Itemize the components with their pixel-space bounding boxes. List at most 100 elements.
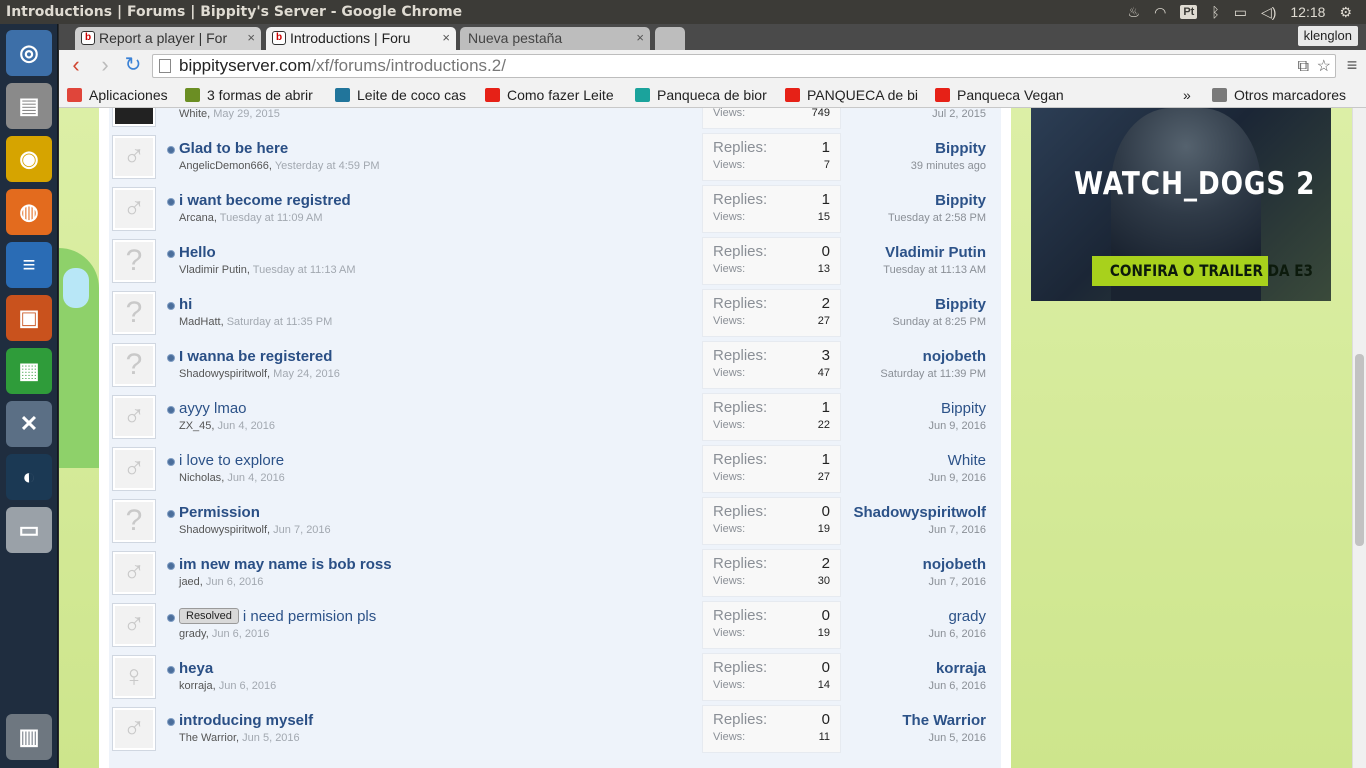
thread-prefix-badge[interactable]: Resolved (179, 608, 239, 624)
unread-marker-icon[interactable] (167, 614, 175, 622)
thread-author-link[interactable]: grady (179, 628, 206, 640)
volume-icon[interactable]: ◁) (1261, 4, 1276, 21)
thread-author-link[interactable]: Vladimir Putin (179, 264, 247, 276)
bookmark-item[interactable]: PANQUECA de bi (785, 85, 923, 105)
thread-author-link[interactable]: Shadowyspiritwolf (179, 524, 267, 536)
last-poster-link[interactable]: grady (948, 608, 986, 625)
bookmark-item[interactable]: Panqueca de bior (635, 85, 773, 105)
thread-author-link[interactable]: Shadowyspiritwolf (179, 368, 267, 380)
last-post-date[interactable]: 39 minutes ago (911, 160, 986, 172)
close-tab-icon[interactable]: × (636, 27, 644, 49)
thread-title-link[interactable]: Glad to be here (179, 140, 288, 157)
ad-cta-button[interactable]: CONFIRA O TRAILER DA E3 (1092, 256, 1313, 286)
unread-marker-icon[interactable] (167, 562, 175, 570)
avatar[interactable]: ♂ (112, 135, 156, 179)
avatar[interactable]: ? (112, 291, 156, 335)
last-post-date[interactable]: Jun 5, 2016 (929, 732, 987, 744)
unread-marker-icon[interactable] (167, 250, 175, 258)
avatar[interactable]: ♂ (112, 603, 156, 647)
bookmark-star-icon[interactable]: ☆ (1317, 56, 1331, 78)
bookmark-item[interactable]: Leite de coco cas (335, 85, 473, 105)
thread-start-date[interactable]: May 24, 2016 (273, 368, 340, 380)
thread-start-date[interactable]: Jun 6, 2016 (212, 628, 270, 640)
thread-author-link[interactable]: White (179, 108, 207, 120)
last-post-date[interactable]: Jun 6, 2016 (929, 680, 987, 692)
thread-title-link[interactable]: heya (179, 660, 213, 677)
avatar[interactable] (112, 108, 156, 127)
scrollbar-thumb[interactable] (1355, 354, 1364, 546)
impress-icon[interactable]: ▣ (6, 295, 52, 341)
unread-marker-icon[interactable] (167, 354, 175, 362)
thread-start-date[interactable]: Jun 6, 2016 (219, 680, 277, 692)
last-post-date[interactable]: Jun 6, 2016 (929, 628, 987, 640)
calc-icon[interactable]: ▦ (6, 348, 52, 394)
thread-author-link[interactable]: Arcana (179, 212, 214, 224)
keyboard-layout[interactable]: Pt (1180, 5, 1198, 19)
last-post-date[interactable]: Sunday at 8:25 PM (892, 316, 986, 328)
thread-title-link[interactable]: I wanna be registered (179, 348, 332, 365)
close-tab-icon[interactable]: × (442, 27, 450, 49)
avatar[interactable]: ♂ (112, 447, 156, 491)
address-bar[interactable]: bippityserver.com/xf/forums/introduction… (152, 54, 1336, 78)
thread-title-link[interactable]: Resolved i need permision pls (179, 608, 376, 625)
steam-icon[interactable]: ◐ (6, 454, 52, 500)
thread-author-link[interactable]: Nicholas (179, 472, 221, 484)
ubuntu-icon[interactable]: ◎ (6, 30, 52, 76)
avatar[interactable]: ♀ (112, 655, 156, 699)
unread-marker-icon[interactable] (167, 666, 175, 674)
thread-start-date[interactable]: Jun 6, 2016 (206, 576, 264, 588)
thread-author-link[interactable]: korraja (179, 680, 213, 692)
thread-author-link[interactable]: The Warrior (179, 732, 236, 744)
last-post-date[interactable]: Jun 7, 2016 (929, 524, 987, 536)
thread-start-date[interactable]: Yesterday at 4:59 PM (275, 160, 380, 172)
writer-icon[interactable]: ≡ (6, 242, 52, 288)
avatar[interactable]: ♂ (112, 551, 156, 595)
thread-author-link[interactable]: AngelicDemon666 (179, 160, 269, 172)
thread-author-link[interactable]: ZX_45 (179, 420, 211, 432)
thread-start-date[interactable]: Tuesday at 11:09 AM (220, 212, 323, 224)
last-poster-link[interactable]: Bippity (935, 140, 986, 157)
back-arrow-icon[interactable]: ‹ (64, 54, 88, 78)
thread-start-date[interactable]: Jun 5, 2016 (242, 732, 300, 744)
profile-button[interactable]: klenglon (1297, 26, 1358, 46)
thread-start-date[interactable]: May 29, 2015 (213, 108, 280, 120)
avatar[interactable]: ? (112, 239, 156, 283)
other-bookmarks-folder[interactable]: Otros marcadores (1212, 85, 1346, 105)
avatar[interactable]: ♂ (112, 707, 156, 751)
bookmark-item[interactable]: Como fazer Leite (485, 85, 623, 105)
unread-marker-icon[interactable] (167, 302, 175, 310)
thread-start-date[interactable]: Saturday at 11:35 PM (227, 316, 333, 328)
thread-start-date[interactable]: Jun 4, 2016 (227, 472, 285, 484)
bookmark-item[interactable]: Aplicaciones (67, 85, 177, 105)
firefox-icon[interactable]: ◍ (6, 189, 52, 235)
battery-icon[interactable]: ▭ (1234, 4, 1247, 21)
avatar[interactable]: ? (112, 343, 156, 387)
unread-marker-icon[interactable] (167, 510, 175, 518)
trash-icon[interactable]: ▥ (6, 714, 52, 760)
bluetooth-icon[interactable]: ᛒ (1211, 4, 1219, 20)
thread-author-link[interactable]: jaed (179, 576, 200, 588)
unread-marker-icon[interactable] (167, 146, 175, 154)
unread-marker-icon[interactable] (167, 198, 175, 206)
tab-report-player[interactable]: b Report a player | For × (75, 27, 261, 50)
thread-author-link[interactable]: MadHatt (179, 316, 221, 328)
last-poster-link[interactable]: Vladimir Putin (885, 244, 986, 261)
forward-arrow-icon[interactable]: › (93, 54, 117, 78)
thread-title-link[interactable]: Hello (179, 244, 216, 261)
session-gear-icon[interactable]: ⚙ (1339, 4, 1352, 21)
new-tab-button[interactable] (655, 27, 685, 50)
disk-icon[interactable]: ▭ (6, 507, 52, 553)
last-post-date[interactable]: Jun 9, 2016 (929, 472, 987, 484)
bookmark-item[interactable]: 3 formas de abrir (185, 85, 323, 105)
thread-title-link[interactable]: ayyy lmao (179, 400, 247, 417)
steam-tray-icon[interactable]: ♨ (1128, 4, 1141, 21)
unread-marker-icon[interactable] (167, 718, 175, 726)
last-poster-link[interactable]: nojobeth (923, 348, 986, 365)
last-poster-link[interactable]: nojobeth (923, 556, 986, 573)
last-post-date[interactable]: Tuesday at 2:58 PM (888, 212, 986, 224)
avatar[interactable]: ♂ (112, 395, 156, 439)
last-poster-link[interactable]: Bippity (941, 400, 986, 417)
thread-title-link[interactable]: im new may name is bob ross (179, 556, 392, 573)
thread-start-date[interactable]: Jun 7, 2016 (273, 524, 331, 536)
last-poster-link[interactable]: Bippity (935, 296, 986, 313)
